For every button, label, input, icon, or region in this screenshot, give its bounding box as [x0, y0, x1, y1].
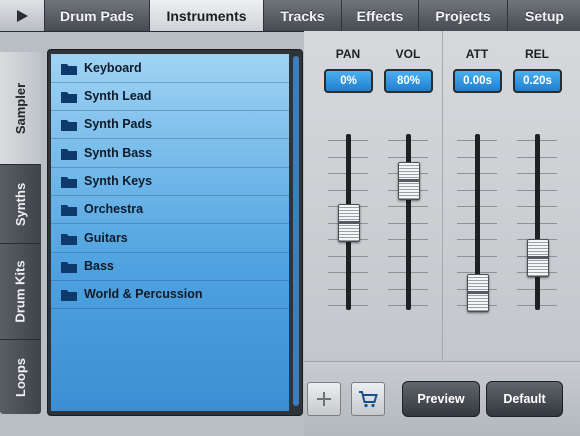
pan-fader-thumb[interactable]	[338, 204, 360, 242]
att-label: ATT	[465, 47, 489, 61]
vol-fader-track[interactable]	[405, 134, 411, 310]
list-item-label: Guitars	[84, 231, 128, 245]
default-button[interactable]: Default	[486, 381, 563, 417]
att-value[interactable]: 0.00s	[453, 69, 502, 93]
list-item[interactable]: Bass	[51, 252, 289, 281]
list-item[interactable]: Orchestra	[51, 195, 289, 224]
instrument-list-panel: Keyboard Synth Lead Synth Pads Synth Bas…	[47, 49, 303, 416]
list-item-label: Synth Pads	[84, 117, 153, 131]
folder-icon	[61, 288, 77, 301]
sidebar-tab-drum-kits[interactable]: Drum Kits	[0, 244, 41, 340]
tab-projects[interactable]: Projects	[418, 0, 507, 31]
list-item[interactable]: Synth Bass	[51, 139, 289, 168]
list-item-label: Keyboard	[84, 61, 142, 75]
list-item-label: Synth Keys	[84, 174, 153, 188]
preview-button[interactable]: Preview	[402, 381, 480, 417]
sidebar-tab-label: Synths	[13, 182, 28, 226]
list-scrollbar[interactable]	[293, 56, 299, 406]
sidebar-tab-label: Loops	[13, 357, 28, 397]
folder-icon	[61, 203, 77, 216]
list-item[interactable]: Synth Pads	[51, 110, 289, 139]
pan-value[interactable]: 0%	[324, 69, 373, 93]
list-item-label: Bass	[84, 259, 114, 273]
list-item[interactable]: Synth Lead	[51, 82, 289, 111]
list-item[interactable]: Synth Keys	[51, 167, 289, 196]
pan-label: PAN	[335, 47, 361, 61]
folder-icon	[61, 118, 77, 131]
vol-value[interactable]: 80%	[384, 69, 433, 93]
plus-icon	[317, 392, 331, 406]
vol-label: VOL	[395, 47, 421, 61]
list-item[interactable]: World & Percussion	[51, 280, 289, 309]
folder-icon	[61, 147, 77, 160]
tab-instruments[interactable]: Instruments	[149, 0, 263, 31]
sidebar-tab-loops[interactable]: Loops	[0, 340, 41, 414]
folder-icon	[61, 62, 77, 75]
category-sidebar: Sampler Synths Drum Kits Loops	[0, 52, 41, 414]
store-button[interactable]	[351, 382, 385, 416]
add-button[interactable]	[307, 382, 341, 416]
tab-effects[interactable]: Effects	[341, 0, 418, 31]
instrument-list[interactable]: Keyboard Synth Lead Synth Pads Synth Bas…	[51, 54, 289, 411]
list-item[interactable]: Guitars	[51, 224, 289, 253]
list-item-label: Synth Bass	[84, 146, 153, 160]
folder-icon	[61, 260, 77, 273]
tab-tracks[interactable]: Tracks	[263, 0, 341, 31]
rel-fader-track[interactable]	[534, 134, 540, 310]
tab-setup[interactable]: Setup	[507, 0, 580, 31]
list-item[interactable]: Keyboard	[51, 54, 289, 83]
tab-drum-pads[interactable]: Drum Pads	[44, 0, 149, 31]
play-icon	[17, 9, 28, 22]
sidebar-tab-label: Drum Kits	[13, 260, 28, 323]
list-item-label: Synth Lead	[84, 89, 152, 103]
folder-icon	[61, 175, 77, 188]
sidebar-tab-label: Sampler	[13, 82, 28, 134]
folder-icon	[61, 232, 77, 245]
sidebar-tab-sampler[interactable]: Sampler	[0, 52, 41, 165]
mixer-divider	[442, 31, 443, 361]
rel-fader-thumb[interactable]	[527, 239, 549, 277]
top-tab-bar: Drum Pads Instruments Tracks Effects Pro…	[0, 0, 580, 32]
play-button[interactable]	[0, 0, 45, 31]
sidebar-tab-synths[interactable]: Synths	[0, 165, 41, 244]
rel-value[interactable]: 0.20s	[513, 69, 562, 93]
list-item-label: World & Percussion	[84, 287, 203, 301]
list-item-label: Orchestra	[84, 202, 144, 216]
vol-fader-thumb[interactable]	[398, 162, 420, 200]
att-fader-thumb[interactable]	[467, 274, 489, 312]
rel-label: REL	[525, 47, 549, 61]
folder-icon	[61, 90, 77, 103]
cart-icon	[359, 391, 378, 408]
